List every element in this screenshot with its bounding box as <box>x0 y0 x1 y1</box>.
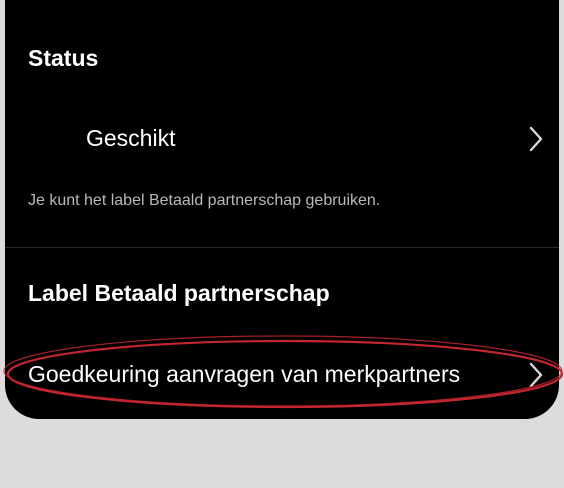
approval-request-label: Goedkeuring aanvragen van merkpartners <box>28 361 461 387</box>
status-section-title: Status <box>28 45 99 71</box>
section-divider <box>5 247 559 248</box>
settings-panel: Status Geschikt Je kunt het label Betaal… <box>5 0 559 419</box>
status-hint-text: Je kunt het label Betaald partnerschap g… <box>28 192 381 209</box>
chevron-right-icon <box>529 126 543 152</box>
paid-partnership-section-title: Label Betaald partnerschap <box>28 280 330 306</box>
status-row[interactable]: Geschikt <box>5 118 559 158</box>
status-value: Geschikt <box>86 125 176 151</box>
approval-request-row[interactable]: Goedkeuring aanvragen van merkpartners <box>5 355 559 395</box>
chevron-right-icon <box>529 362 543 388</box>
